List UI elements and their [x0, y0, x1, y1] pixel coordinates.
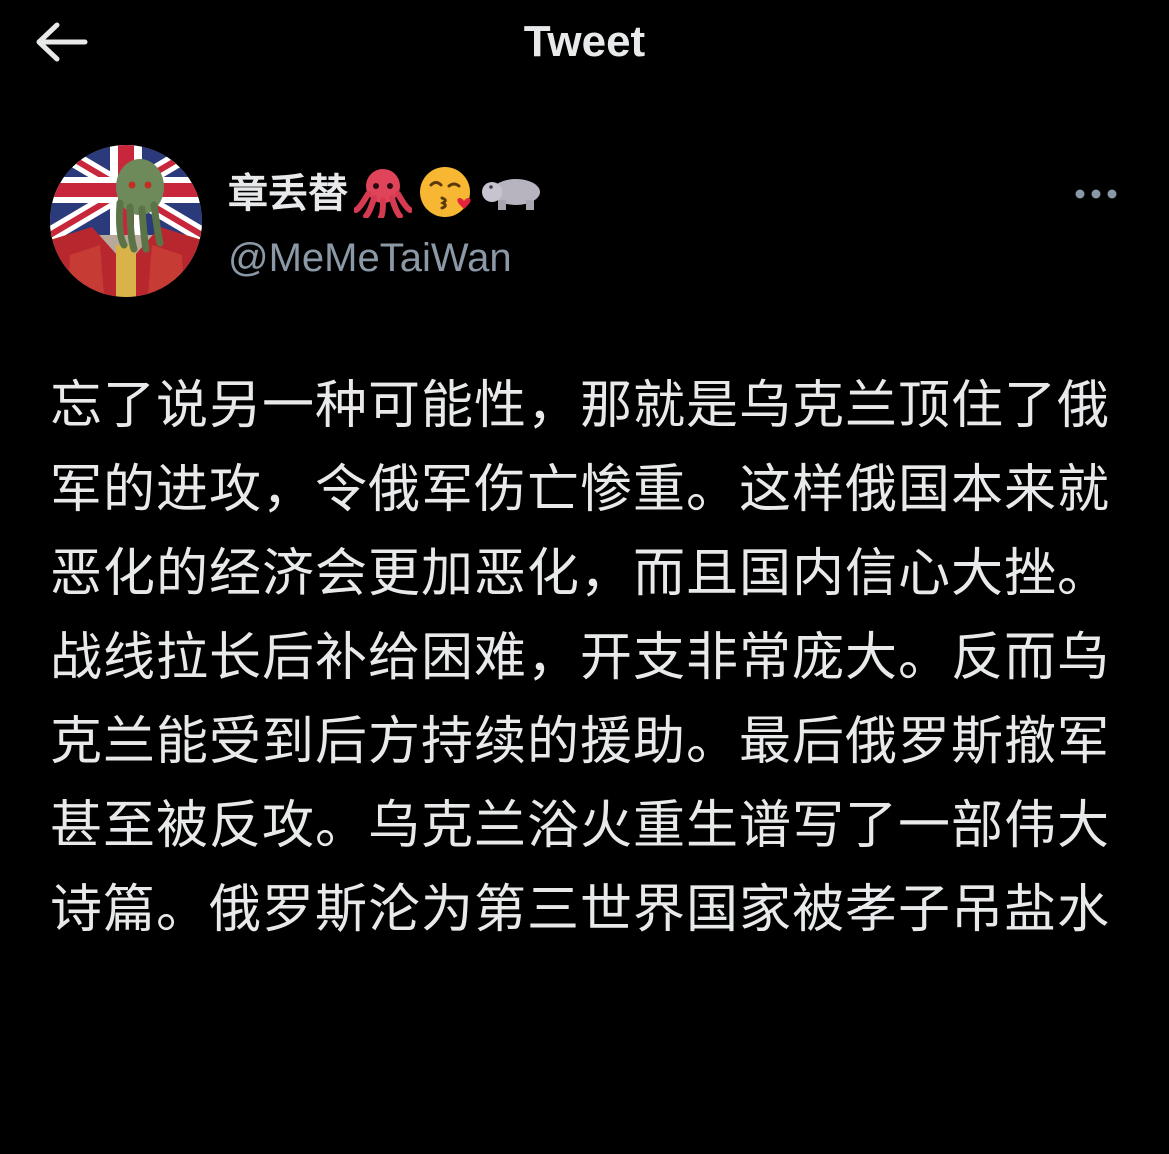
- kissing-face-icon: [418, 165, 476, 223]
- display-name: 章丢替: [228, 171, 348, 217]
- more-options-button[interactable]: [1068, 178, 1124, 210]
- page-title: Tweet: [523, 17, 646, 66]
- avatar[interactable]: [50, 145, 202, 297]
- hippo-icon: [482, 170, 544, 218]
- octopus-icon: [353, 166, 413, 222]
- display-name-link[interactable]: 章丢替: [228, 164, 544, 224]
- user-handle[interactable]: @MeMeTaiWan: [228, 230, 544, 286]
- ellipsis-icon: [1075, 189, 1117, 199]
- top-bar: Tweet: [0, 0, 1169, 100]
- tweet-text: 忘了说另一种可能性，那就是乌克兰顶住了俄军的进攻，令俄军伤亡惨重。这样俄国本来就…: [50, 376, 1111, 940]
- tweet-author: 章丢替 @MeMeTaiWan: [228, 164, 544, 286]
